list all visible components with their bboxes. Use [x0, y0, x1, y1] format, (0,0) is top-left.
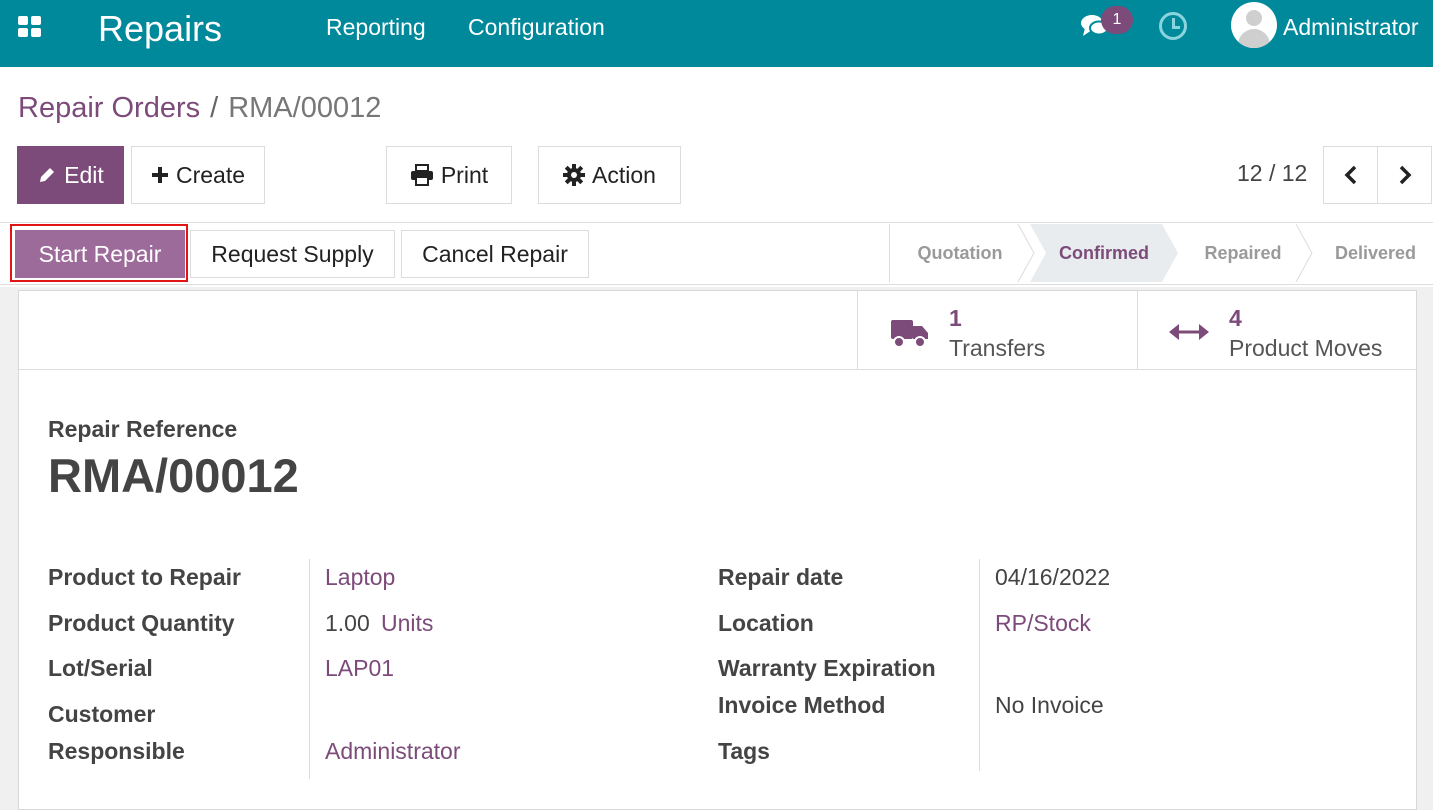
menu-reporting[interactable]: Reporting [326, 14, 426, 41]
breadcrumb: Repair Orders / RMA/00012 [18, 92, 381, 125]
product-uom-value[interactable]: Units [381, 610, 433, 637]
repair-date-label: Repair date [718, 564, 844, 590]
form-sheet: 1 Transfers 4 Product Moves Repair Refer… [18, 290, 1417, 810]
print-button[interactable]: Print [386, 146, 512, 204]
repair-reference[interactable]: RMA/00012 [48, 448, 299, 503]
responsible-value[interactable]: Administrator [325, 738, 460, 765]
menu-configuration[interactable]: Configuration [468, 14, 605, 41]
pager-previous-button[interactable] [1323, 146, 1378, 204]
stage-quotation[interactable]: Quotation [890, 224, 1030, 282]
transfers-count: 1 [949, 305, 962, 331]
product-to-repair-value[interactable]: Laptop [325, 564, 395, 591]
transfers-smart-button[interactable]: 1 Transfers [857, 291, 1137, 369]
avatar[interactable] [1231, 2, 1277, 48]
arrows-h-icon [1169, 324, 1209, 340]
responsible-label: Responsible [48, 738, 185, 764]
edit-label: Edit [64, 161, 104, 188]
repair-reference-label: Repair Reference [48, 416, 238, 442]
user-menu[interactable]: Administrator [1283, 14, 1418, 41]
warranty-expiration-label: Warranty Expiration [718, 655, 936, 681]
product-quantity-label: Product Quantity [48, 610, 235, 636]
breadcrumb-current: RMA/00012 [228, 92, 382, 124]
tags-label: Tags [718, 738, 770, 764]
request-supply-button[interactable]: Request Supply [190, 230, 395, 278]
divider [0, 284, 1433, 285]
action-label: Action [592, 161, 656, 188]
pencil-icon [40, 168, 55, 182]
pager-value[interactable]: 12 / 12 [1237, 160, 1307, 187]
chevron-right-icon [1399, 165, 1411, 185]
lot-serial-label: Lot/Serial [48, 655, 153, 681]
invoice-method-value: No Invoice [995, 692, 1104, 718]
message-count-badge: 1 [1101, 6, 1133, 34]
cancel-repair-button[interactable]: Cancel Repair [401, 230, 589, 278]
repair-date-value: 04/16/2022 [995, 564, 1111, 590]
field-separator [979, 559, 980, 771]
gear-icon [563, 164, 586, 186]
print-label: Print [440, 161, 489, 188]
product-to-repair-label: Product to Repair [48, 564, 241, 590]
apps-menu-icon[interactable] [18, 16, 42, 40]
location-value[interactable]: RP/Stock [995, 610, 1091, 637]
truck-icon [891, 320, 928, 348]
product-moves-smart-button[interactable]: 4 Product Moves [1137, 291, 1417, 369]
product-moves-label: Product Moves [1229, 335, 1383, 361]
top-navbar: Repairs Reporting Configuration 1 Admini… [0, 0, 1433, 67]
transfers-label: Transfers [949, 335, 1046, 361]
action-button[interactable]: Action [538, 146, 681, 204]
product-quantity-value: 1.00 [325, 610, 370, 636]
plus-icon [151, 167, 168, 183]
location-label: Location [718, 610, 814, 636]
customer-label: Customer [48, 701, 156, 727]
print-icon [410, 164, 433, 186]
edit-button[interactable]: Edit [17, 146, 124, 204]
product-moves-count: 4 [1229, 305, 1242, 331]
breadcrumb-separator: / [210, 92, 219, 124]
chevron-left-icon [1344, 165, 1356, 185]
create-label: Create [175, 161, 246, 188]
field-separator [309, 559, 310, 779]
activity-clock-icon[interactable] [1159, 12, 1187, 40]
pager-next-button[interactable] [1377, 146, 1432, 204]
create-button[interactable]: Create [131, 146, 265, 204]
stage-arrow-separators [1017, 224, 1313, 282]
breadcrumb-repair-orders[interactable]: Repair Orders [18, 92, 200, 124]
lot-serial-value[interactable]: LAP01 [325, 655, 394, 682]
divider [0, 222, 1433, 223]
app-title: Repairs [98, 8, 223, 49]
highlight-box [10, 224, 188, 282]
invoice-method-label: Invoice Method [718, 692, 886, 718]
